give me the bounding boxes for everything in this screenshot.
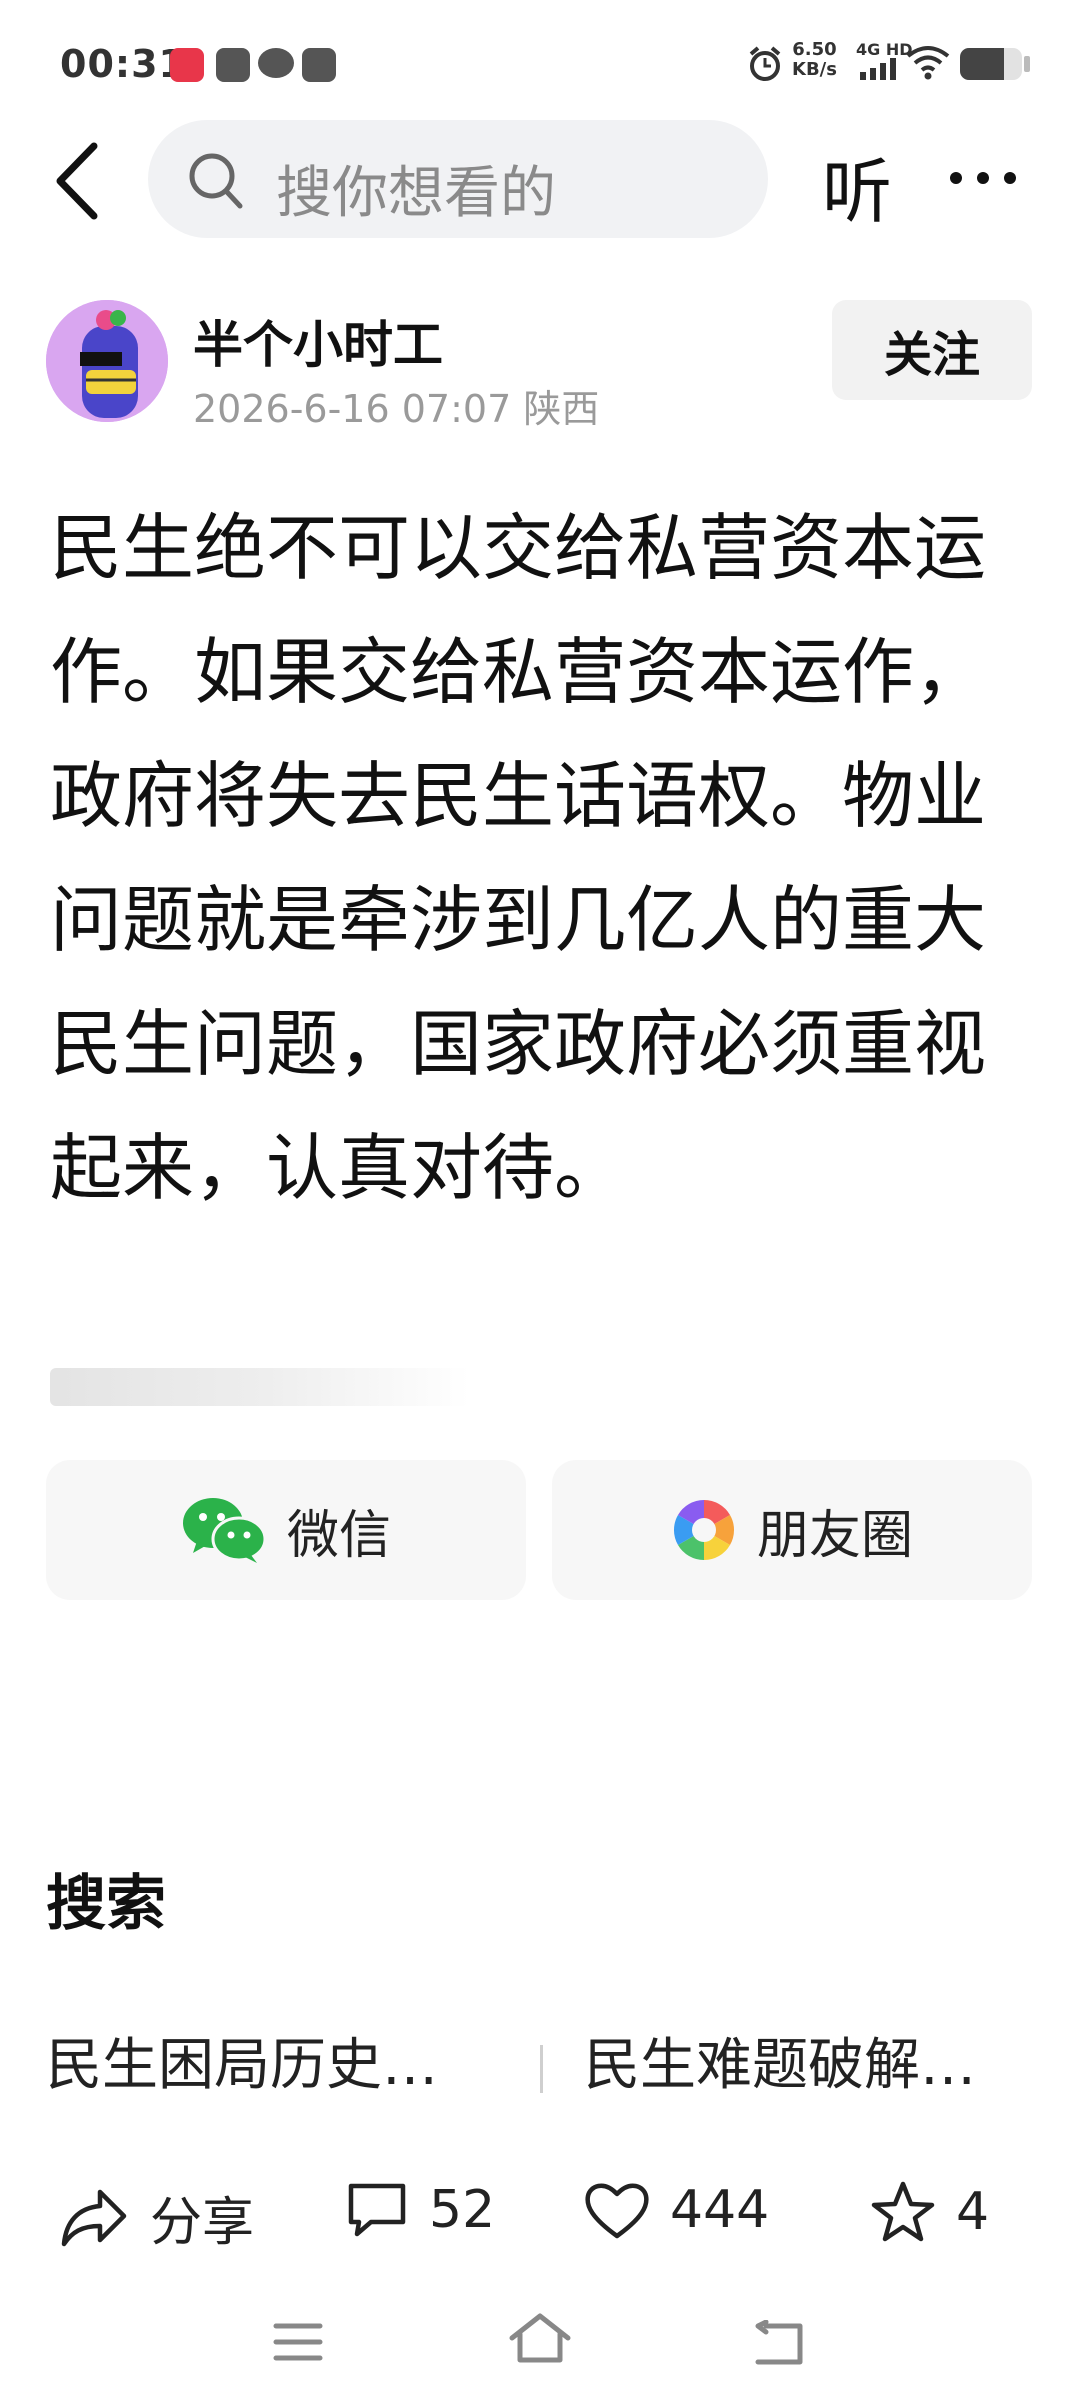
heart-icon xyxy=(585,2183,649,2239)
share-moments-label: 朋友圈 xyxy=(756,1505,913,1566)
search-icon xyxy=(189,153,243,209)
search-section-title: 搜索 xyxy=(46,1869,166,1939)
message-notification-icon xyxy=(216,48,250,82)
wechat-icon xyxy=(182,1498,267,1563)
vivo-notification-icon xyxy=(302,48,336,82)
network-type: 4G HD xyxy=(856,40,913,59)
more-options-icon[interactable] xyxy=(948,170,1018,186)
chat-notification-icon xyxy=(258,48,294,78)
share-action-button[interactable]: 分享 xyxy=(60,2180,254,2255)
favorite-button[interactable]: 4 xyxy=(870,2180,989,2244)
truncated-text-placeholder xyxy=(50,1368,470,1406)
share-moments-button[interactable]: 朋友圈 xyxy=(552,1460,1032,1600)
alarm-icon xyxy=(749,46,781,81)
share-wechat-button[interactable]: 微信 xyxy=(46,1460,526,1600)
listen-button[interactable]: 听 xyxy=(822,136,892,237)
wifi-icon xyxy=(906,46,950,80)
search-placeholder: 搜你想看的 xyxy=(276,161,556,226)
comment-button[interactable]: 52 xyxy=(345,2180,495,2240)
comment-icon xyxy=(348,2183,406,2237)
comment-count: 52 xyxy=(429,2180,496,2240)
star-icon xyxy=(871,2181,935,2242)
like-count: 444 xyxy=(670,2180,770,2240)
avatar[interactable] xyxy=(46,300,168,422)
back-icon[interactable] xyxy=(52,140,102,222)
search-suggestion[interactable]: 民生难题破解… xyxy=(584,2020,976,2101)
battery-icon xyxy=(960,48,1022,80)
like-button[interactable]: 444 xyxy=(584,2180,769,2240)
network-speed: 6.50 KB/s xyxy=(792,39,837,80)
share-icon xyxy=(61,2189,127,2246)
avatar-character-icon xyxy=(46,300,168,422)
share-wechat-label: 微信 xyxy=(286,1505,391,1566)
status-time: 00:31 xyxy=(60,42,186,86)
app-notification-icon xyxy=(170,48,204,82)
post-meta: 2026-6-16 07:07 陕西 xyxy=(193,387,600,431)
back-nav-icon[interactable] xyxy=(752,2320,806,2368)
battery-tip xyxy=(1024,56,1030,72)
home-icon[interactable] xyxy=(508,2312,572,2364)
signal-icon xyxy=(860,58,896,80)
menu-icon[interactable] xyxy=(272,2320,324,2364)
author-name[interactable]: 半个小时工 xyxy=(193,305,443,377)
share-action-label: 分享 xyxy=(150,2193,255,2253)
favorite-count: 4 xyxy=(956,2182,990,2242)
follow-button[interactable]: 关注 xyxy=(832,300,1032,400)
post-text: 民生绝不可以交给私营资本运作。如果交给私营资本运作，政府将失去民生话语权。物业问… xyxy=(50,506,987,1210)
suggestion-divider xyxy=(540,2045,543,2093)
status-bar: 00:31 6.50 KB/s 4G HD xyxy=(0,0,1080,120)
moments-icon xyxy=(673,1500,735,1560)
search-input[interactable]: 搜你想看的 xyxy=(148,120,768,238)
search-suggestion[interactable]: 民生困局历史… xyxy=(46,2020,438,2101)
